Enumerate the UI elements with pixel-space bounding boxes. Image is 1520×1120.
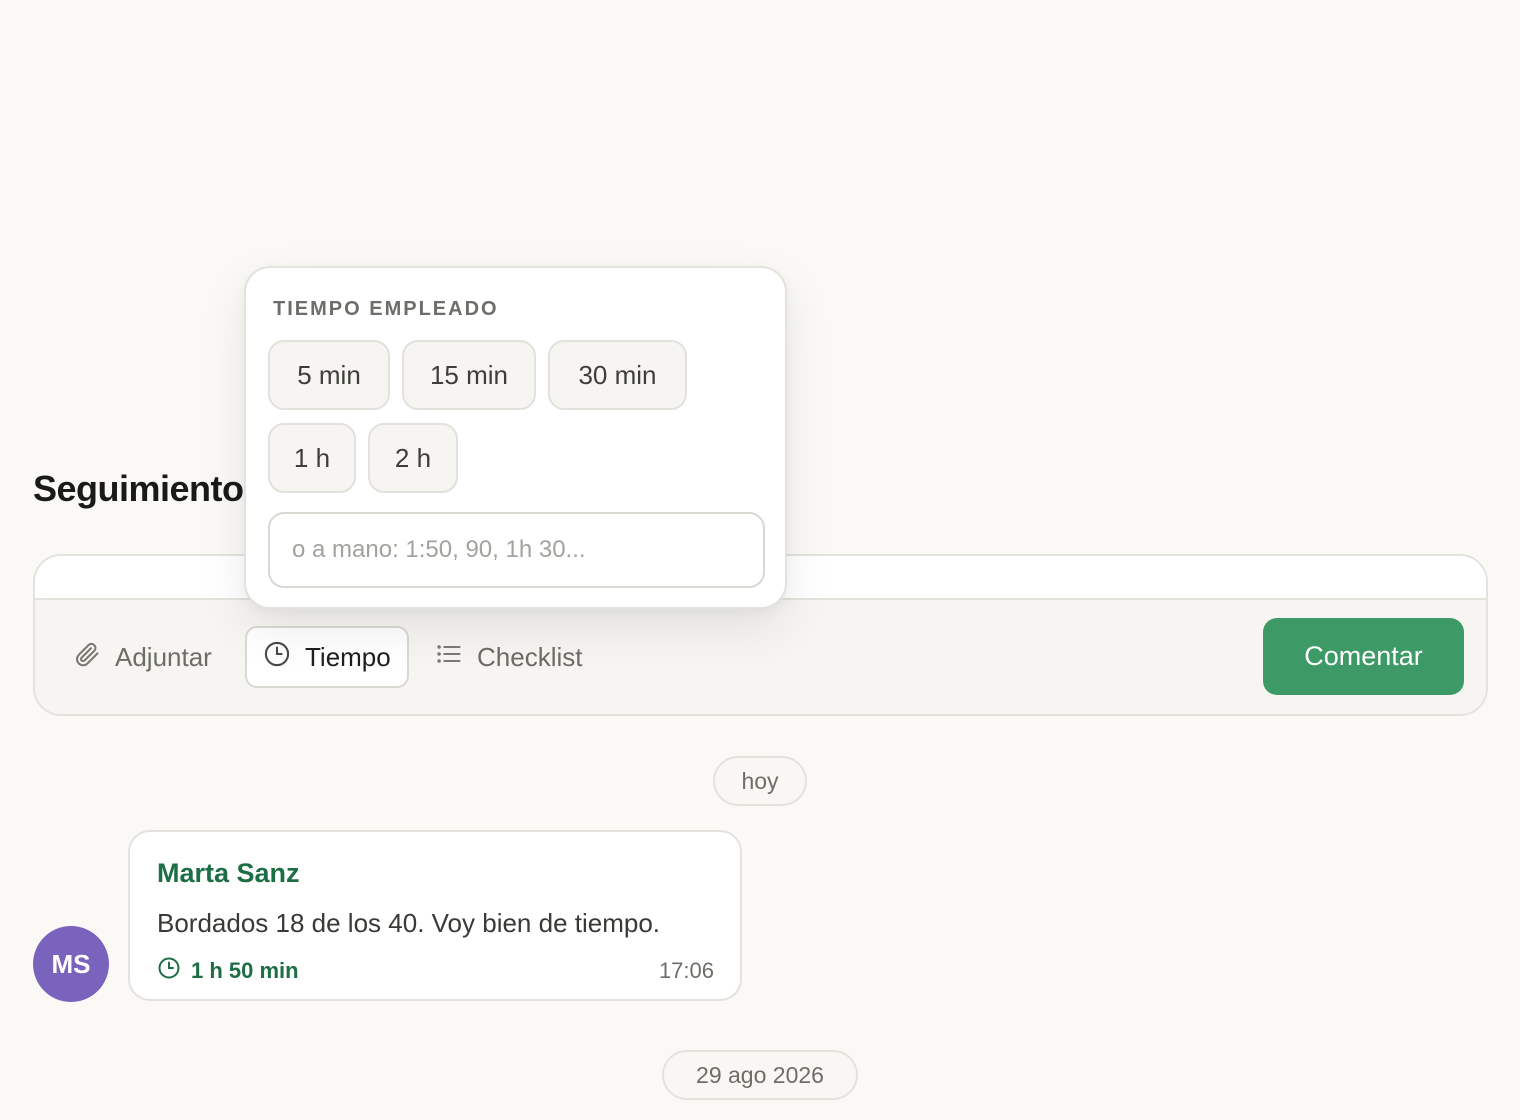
date-separator-older: 29 ago 2026 [662,1050,858,1100]
comment-button[interactable]: Comentar [1263,618,1464,695]
clock-icon [263,640,291,675]
checklist-button[interactable]: Checklist [435,626,582,688]
time-option-2h[interactable]: 2 h [368,423,458,493]
clock-icon [157,956,181,986]
composer-toolbar: Adjuntar Tiempo Checklist Comentar [35,600,1486,714]
time-option-5min[interactable]: 5 min [268,340,390,410]
date-separator-today: hoy [713,756,807,806]
message-bubble: Marta Sanz Bordados 18 de los 40. Voy bi… [128,830,742,1001]
message-time-spent: 1 h 50 min [157,956,299,986]
checklist-label: Checklist [477,641,583,672]
section-title: Seguimiento [33,468,244,509]
time-option-15min[interactable]: 15 min [402,340,536,410]
message-author: Marta Sanz [157,858,300,888]
time-label: Tiempo [305,641,391,672]
page: Seguimiento Adjuntar Tiempo Checklist Co… [0,0,1520,1120]
manual-time-input[interactable] [268,512,765,588]
attach-label: Adjuntar [115,641,212,672]
time-option-1h[interactable]: 1 h [268,423,356,493]
message-text: Bordados 18 de los 40. Voy bien de tiemp… [157,908,661,938]
paperclip-icon [73,640,101,675]
time-button[interactable]: Tiempo [245,626,409,688]
avatar: MS [33,926,109,1002]
message-timestamp: 17:06 [658,958,714,983]
time-option-30min[interactable]: 30 min [548,340,687,410]
popover-title: TIEMPO EMPLEADO [273,298,499,320]
time-popover: TIEMPO EMPLEADO 5 min 15 min 30 min 1 h … [244,266,787,609]
attach-button[interactable]: Adjuntar [73,626,212,688]
list-icon [435,640,463,675]
time-spent-value: 1 h 50 min [191,958,299,983]
